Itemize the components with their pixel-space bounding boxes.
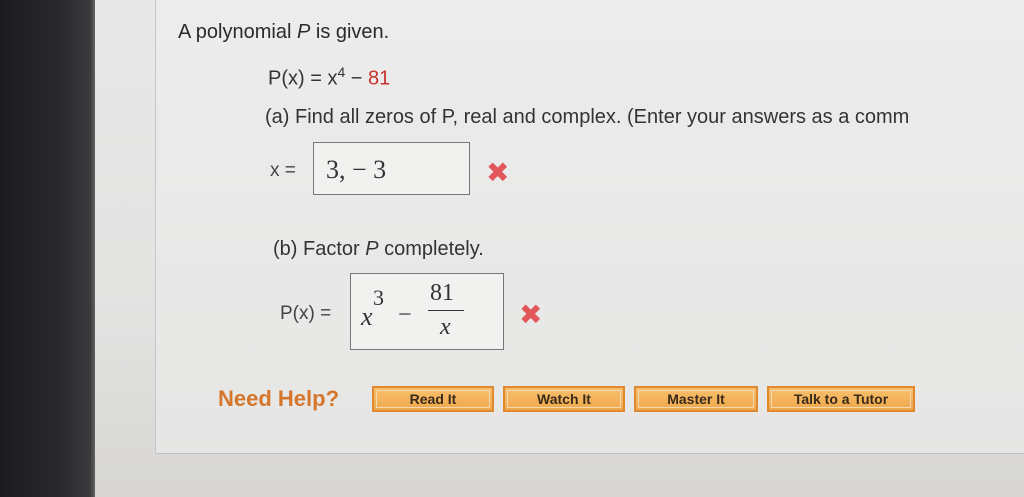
answer-exponent: 3 xyxy=(373,285,384,310)
part-b-prompt: (b) Factor P completely. xyxy=(273,238,484,260)
px-label: P(x) = xyxy=(280,303,332,324)
read-it-button[interactable]: Read It xyxy=(372,386,494,412)
x-label: x = xyxy=(270,160,296,181)
fraction-denominator: x xyxy=(440,314,451,340)
question-intro: A polynomial P is given. xyxy=(178,21,390,43)
incorrect-cross-icon: ✖ xyxy=(519,299,543,330)
factor-answer-field[interactable]: x 3 − 81 x xyxy=(350,273,504,350)
zeros-answer-field[interactable]: 3, − 3 xyxy=(313,142,470,195)
incorrect-cross-icon: ✖ xyxy=(486,157,510,188)
fraction-numerator: 81 xyxy=(430,280,454,306)
zeros-answer-value: 3, − 3 xyxy=(326,155,387,184)
part-a-prompt: (a) Find all zeros of P, real and comple… xyxy=(265,106,910,128)
fraction-bar xyxy=(428,310,464,311)
need-help-label: Need Help? xyxy=(218,386,340,411)
answer-minus: − xyxy=(398,302,412,328)
talk-to-tutor-button[interactable]: Talk to a Tutor xyxy=(767,386,915,412)
watch-it-button[interactable]: Watch It xyxy=(503,386,625,412)
master-it-button[interactable]: Master It xyxy=(634,386,758,412)
answer-base: x xyxy=(361,302,373,331)
polynomial-definition: P(x) = x4 − 81 xyxy=(268,64,391,90)
